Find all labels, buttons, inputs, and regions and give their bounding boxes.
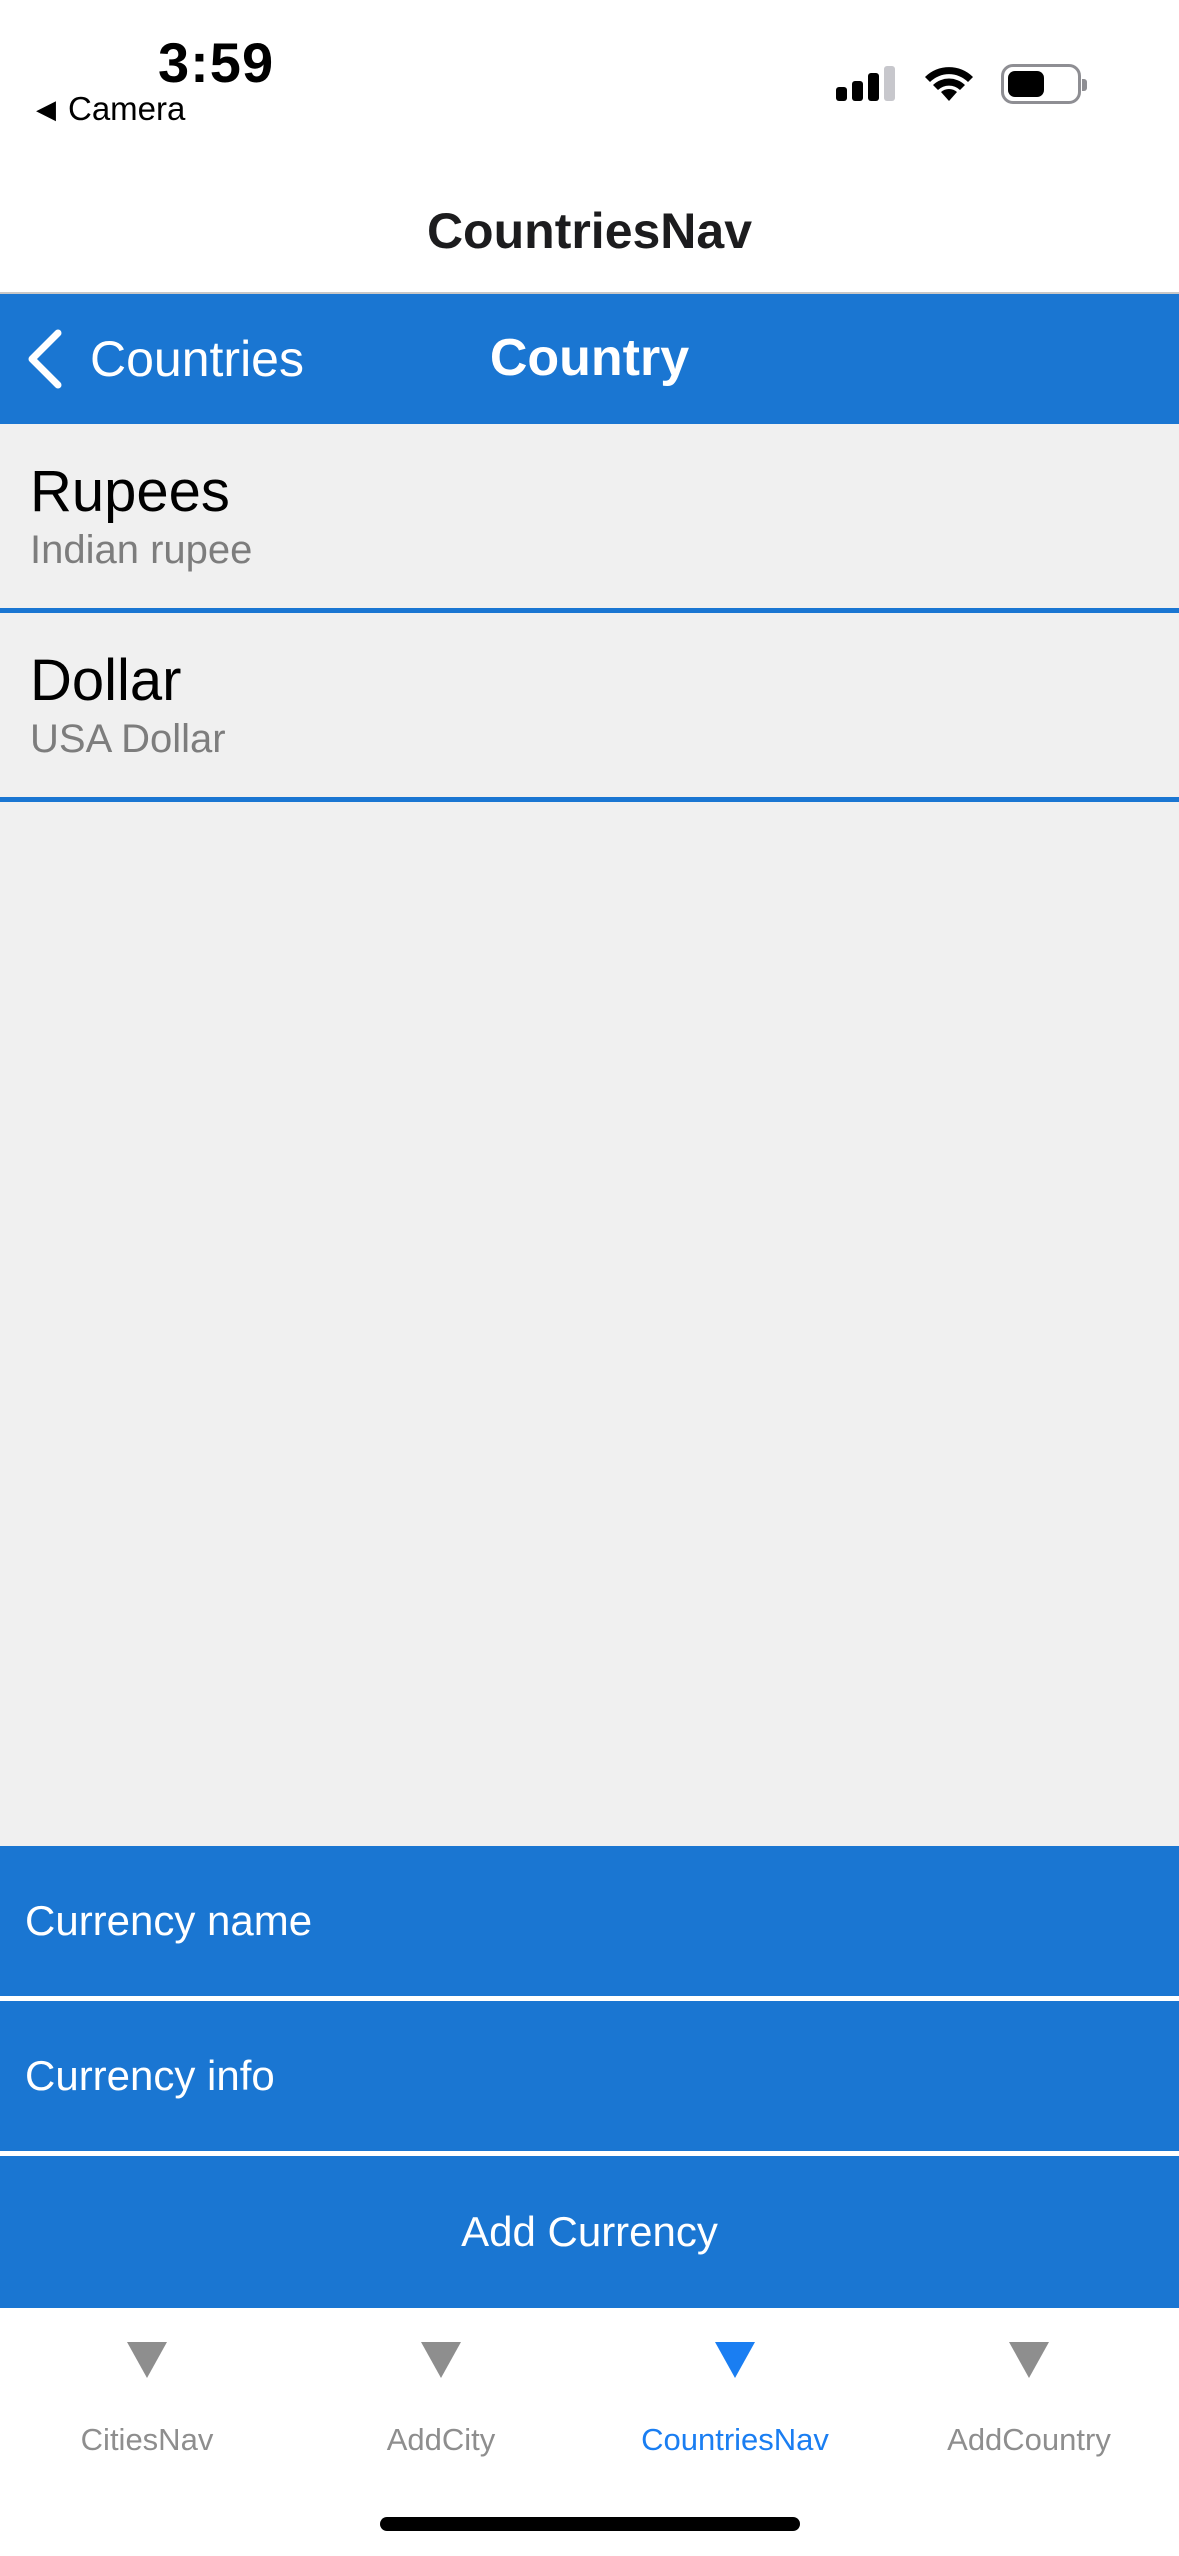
back-to-app-label: Camera — [68, 90, 186, 127]
tab-addcountry[interactable]: AddCountry — [882, 2308, 1176, 2468]
currency-name-field[interactable]: Currency name — [0, 1846, 1179, 1996]
list-item[interactable]: Rupees Indian rupee — [0, 424, 1179, 613]
currency-name: Rupees — [30, 459, 230, 524]
cellular-signal-icon — [836, 66, 895, 101]
currency-info-field[interactable]: Currency info — [0, 2001, 1179, 2151]
triangle-down-icon — [715, 2342, 755, 2378]
status-icons — [835, 64, 1087, 104]
list-item[interactable]: Dollar USA Dollar — [0, 613, 1179, 802]
status-bar: 3:59 ◀ Camera — [0, 0, 1179, 150]
tab-label: AddCountry — [947, 2422, 1111, 2457]
battery-icon — [1001, 64, 1087, 104]
navigation-bar: Countries Country — [0, 294, 1179, 424]
tab-label: CountriesNav — [641, 2422, 829, 2457]
triangle-down-icon — [1009, 2342, 1049, 2378]
currency-info: Indian rupee — [30, 528, 253, 572]
home-indicator[interactable] — [380, 2517, 800, 2531]
add-currency-button[interactable]: Add Currency — [0, 2156, 1179, 2308]
tab-page-header: CountriesNav — [0, 150, 1179, 294]
tab-citiesnav[interactable]: CitiesNav — [0, 2308, 294, 2468]
triangle-down-icon — [127, 2342, 167, 2378]
tab-addcity[interactable]: AddCity — [294, 2308, 588, 2468]
wifi-icon — [925, 67, 973, 101]
triangle-down-icon — [421, 2342, 461, 2378]
currency-name: Dollar — [30, 648, 182, 713]
nav-title: Country — [489, 329, 690, 387]
tab-countriesnav[interactable]: CountriesNav — [588, 2308, 882, 2468]
tab-label: AddCity — [386, 2422, 496, 2457]
tab-label: CitiesNav — [80, 2422, 214, 2457]
page-title: CountriesNav — [426, 203, 753, 259]
back-to-app-link[interactable]: ◀ Camera — [36, 90, 185, 128]
back-triangle-icon: ◀ — [36, 93, 56, 124]
currency-list[interactable]: Rupees Indian rupee Dollar USA Dollar — [0, 424, 1179, 1846]
currency-info: USA Dollar — [30, 717, 226, 761]
status-time: 3:59 — [158, 31, 275, 94]
